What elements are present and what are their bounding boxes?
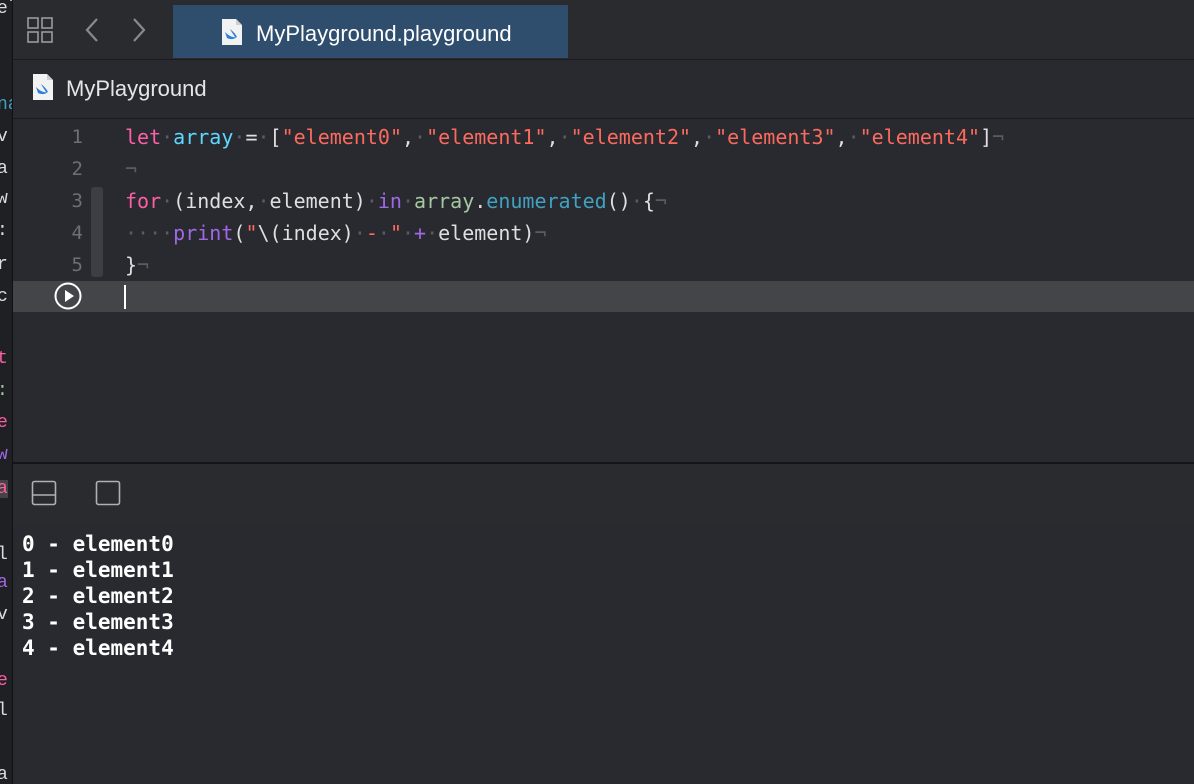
code-line[interactable]: 2 ¬ <box>13 153 1194 185</box>
console-line: 0 - element0 <box>22 532 174 556</box>
chevron-right-icon[interactable] <box>124 16 152 44</box>
swift-file-icon <box>33 74 53 100</box>
tab-playground[interactable]: MyPlayground.playground <box>173 5 568 58</box>
line-number: 5 <box>71 254 83 276</box>
text-cursor <box>124 285 126 309</box>
hide-debug-area-icon[interactable] <box>31 480 57 506</box>
code-editor[interactable]: 1 let·array·=·["element0",·"element1",·"… <box>13 119 1194 462</box>
breadcrumb: MyPlayground <box>13 60 1194 119</box>
play-icon[interactable] <box>54 282 82 310</box>
code-line-text: ····print("\(index)·-·"·+·element)¬ <box>125 221 547 245</box>
code-line-text: ¬ <box>125 157 138 181</box>
code-line-text: let·array·=·["element0",·"element1",·"el… <box>125 125 1005 149</box>
console-output[interactable]: 0 - element0 1 - element1 2 - element2 3 - … <box>13 522 1194 784</box>
breadcrumb-item[interactable]: MyPlayground <box>66 76 207 102</box>
current-line-highlight <box>13 281 1194 312</box>
swift-file-icon <box>222 19 242 45</box>
console-line: 4 - element4 <box>22 636 174 660</box>
console-line: 3 - element3 <box>22 610 174 634</box>
code-line[interactable]: 5 }¬ <box>13 249 1194 281</box>
code-line[interactable]: 3 for·(index,·element)·in·array.enumerat… <box>13 185 1194 217</box>
left-pane-edge: el na v a w : r c t : e w a l a v e l a <box>0 0 12 784</box>
code-line-text: for·(index,·element)·in·array.enumerated… <box>125 189 667 213</box>
code-line-text: }¬ <box>125 253 150 277</box>
code-line[interactable]: 1 let·array·=·["element0",·"element1",·"… <box>13 121 1194 153</box>
console-line: 2 - element2 <box>22 584 174 608</box>
debug-bar <box>13 462 1194 524</box>
console-line: 1 - element1 <box>22 558 174 582</box>
tab-title: MyPlayground.playground <box>256 21 512 46</box>
line-number: 1 <box>71 126 83 148</box>
line-number: 4 <box>71 222 83 244</box>
console-text: 0 - element0 1 - element1 2 - element2 3 - … <box>22 531 174 661</box>
line-number: 3 <box>71 190 83 212</box>
tab-bar: MyPlayground.playground <box>13 0 1194 60</box>
line-number: 2 <box>71 158 83 180</box>
console-icon[interactable] <box>95 480 121 506</box>
chevron-left-icon[interactable] <box>79 16 107 44</box>
code-line[interactable]: 4 ····print("\(index)·-·"·+·element)¬ <box>13 217 1194 249</box>
grid-icon[interactable] <box>26 16 54 44</box>
